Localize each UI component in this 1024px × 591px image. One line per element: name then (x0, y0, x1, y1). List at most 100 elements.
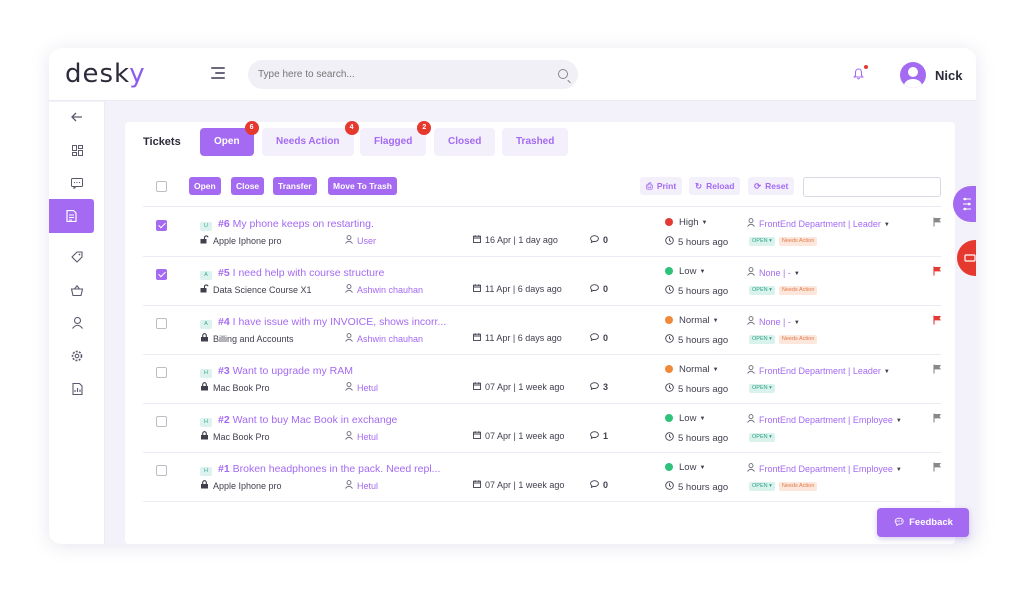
row-checkbox[interactable] (156, 367, 167, 378)
tag-icon[interactable] (49, 242, 105, 272)
customer[interactable]: Hetul (345, 382, 378, 393)
transfer-button[interactable]: Transfer (273, 177, 317, 195)
priority-dropdown[interactable]: High ▼ (665, 217, 708, 228)
ticket-subject: Want to upgrade my RAM (232, 365, 354, 377)
row-checkbox[interactable] (156, 220, 167, 231)
user-icon[interactable] (49, 308, 105, 338)
filter-input[interactable] (803, 177, 941, 197)
status-badge[interactable]: OPEN ▾ (749, 384, 775, 393)
ticket-title[interactable]: #2 Want to buy Mac Book in exchange (218, 414, 397, 426)
reload-button[interactable]: ↻ Reload (689, 177, 741, 195)
dashboard-icon[interactable] (49, 135, 105, 165)
assignee-dropdown[interactable]: FrontEnd Department | Leader ▼ (747, 218, 890, 229)
basket-icon[interactable] (49, 275, 105, 305)
user-icon (747, 267, 755, 278)
tab-flagged[interactable]: Flagged 2 (360, 121, 432, 156)
tab-closed[interactable]: Closed (434, 128, 496, 156)
ticket-fab-icon[interactable] (957, 240, 976, 276)
search-input[interactable] (258, 60, 548, 89)
date: 07 Apr | 1 week ago (473, 382, 564, 392)
flag-icon[interactable] (933, 217, 942, 230)
tab-needs-action[interactable]: Needs Action 4 (262, 121, 359, 156)
ticket-title[interactable]: #3 Want to upgrade my RAM (218, 365, 353, 377)
priority-dropdown[interactable]: Normal ▼ (665, 315, 719, 326)
status-badge[interactable]: OPEN ▾ (749, 286, 775, 295)
table-row[interactable]: A #5 I need help with course structure Dat… (125, 257, 955, 306)
assignee-label: FrontEnd Department | Leader (759, 219, 881, 229)
menu-toggle-icon[interactable] (211, 67, 225, 79)
customer[interactable]: Hetul (345, 431, 378, 442)
comment-icon (590, 480, 599, 490)
row-checkbox[interactable] (156, 318, 167, 329)
assignee-dropdown[interactable]: FrontEnd Department | Employee ▼ (747, 414, 902, 425)
feedback-button[interactable]: 💬︎ Feedback (877, 508, 969, 537)
user-icon (747, 316, 755, 327)
assignee-dropdown[interactable]: None | - ▼ (747, 267, 800, 278)
flag-icon[interactable] (933, 462, 942, 475)
status-badge[interactable]: OPEN ▾ (749, 433, 775, 442)
search-icon[interactable] (558, 69, 568, 79)
reset-button[interactable]: ⟳ Reset (748, 177, 795, 195)
status-badge[interactable]: OPEN ▾ (749, 237, 775, 246)
tab-open[interactable]: Open 6 (200, 121, 259, 156)
avatar[interactable] (900, 62, 926, 88)
customer[interactable]: Ashwin chauhan (345, 284, 423, 295)
ticket-title[interactable]: #4 I have issue with my INVOICE, shows i… (218, 316, 446, 328)
status-badges: OPEN ▾ (749, 433, 779, 451)
calendar-icon (473, 235, 481, 245)
caret-down-icon: ▼ (883, 222, 890, 228)
customize-icon[interactable] (953, 186, 976, 222)
table-row[interactable]: H #2 Want to buy Mac Book in exchange Mac … (125, 404, 955, 453)
bell-icon[interactable] (852, 65, 868, 80)
print-button[interactable]: ⎙ Print (640, 177, 683, 195)
date-text: 11 Apr | 6 days ago (485, 284, 562, 294)
priority-dropdown[interactable]: Low ▼ (665, 266, 705, 277)
product-name: Mac Book Pro (213, 432, 270, 442)
priority-dropdown[interactable]: Low ▼ (665, 462, 705, 473)
comments: 3 (590, 382, 608, 392)
tab-trashed[interactable]: Trashed (502, 128, 569, 156)
table-row[interactable]: H #1 Broken headphones in the pack. Need … (125, 453, 955, 502)
table-row[interactable]: H #3 Want to upgrade my RAM Mac Book Pro He… (125, 355, 955, 404)
username[interactable]: Nick (935, 68, 962, 83)
table-row[interactable]: U #6 My phone keeps on restarting. Apple I… (125, 208, 955, 257)
assignee-dropdown[interactable]: FrontEnd Department | Employee ▼ (747, 463, 902, 474)
ticket-title[interactable]: #5 I need help with course structure (218, 267, 384, 279)
customer[interactable]: Hetul (345, 480, 378, 491)
row-checkbox[interactable] (156, 269, 167, 280)
row-checkbox[interactable] (156, 416, 167, 427)
priority-dropdown[interactable]: Low ▼ (665, 413, 705, 424)
priority-dropdown[interactable]: Normal ▼ (665, 364, 719, 375)
chat-icon[interactable] (49, 168, 105, 198)
status-badge[interactable]: OPEN ▾ (749, 335, 775, 344)
tickets-icon[interactable] (49, 199, 94, 233)
assignee-dropdown[interactable]: FrontEnd Department | Leader ▼ (747, 365, 890, 376)
settings-icon[interactable] (49, 341, 105, 371)
customer[interactable]: Ashwin chauhan (345, 333, 423, 344)
flag-icon[interactable] (933, 315, 942, 328)
ticket-title[interactable]: #1 Broken headphones in the pack. Need r… (218, 463, 440, 475)
status-badges: OPEN ▾ Needs Action (749, 482, 821, 500)
report-icon[interactable] (49, 374, 105, 404)
caret-down-icon: ▼ (699, 465, 706, 471)
close-button[interactable]: Close (231, 177, 265, 195)
table-row[interactable]: A #4 I have issue with my INVOICE, shows … (125, 306, 955, 355)
row-checkbox[interactable] (156, 465, 167, 476)
status-badges: OPEN ▾ Needs Action (749, 286, 821, 304)
user-icon (345, 431, 353, 442)
assignee-dropdown[interactable]: None | - ▼ (747, 316, 800, 327)
move-to-trash-button[interactable]: Move To Trash (328, 177, 397, 195)
back-arrow-icon[interactable] (49, 102, 105, 132)
status-badge[interactable]: OPEN ▾ (749, 482, 775, 491)
row-divider (143, 501, 941, 502)
flag-icon[interactable] (933, 266, 942, 279)
ticket-title[interactable]: #6 My phone keeps on restarting. (218, 218, 374, 230)
flag-icon[interactable] (933, 364, 942, 377)
customer[interactable]: User (345, 235, 376, 246)
flag-icon[interactable] (933, 413, 942, 426)
customer-name: Hetul (357, 432, 379, 442)
select-all-checkbox[interactable] (156, 181, 167, 192)
open-button[interactable]: Open (189, 177, 221, 195)
product-name: Apple Iphone pro (213, 481, 282, 491)
ticket-subject: My phone keeps on restarting. (232, 218, 374, 230)
